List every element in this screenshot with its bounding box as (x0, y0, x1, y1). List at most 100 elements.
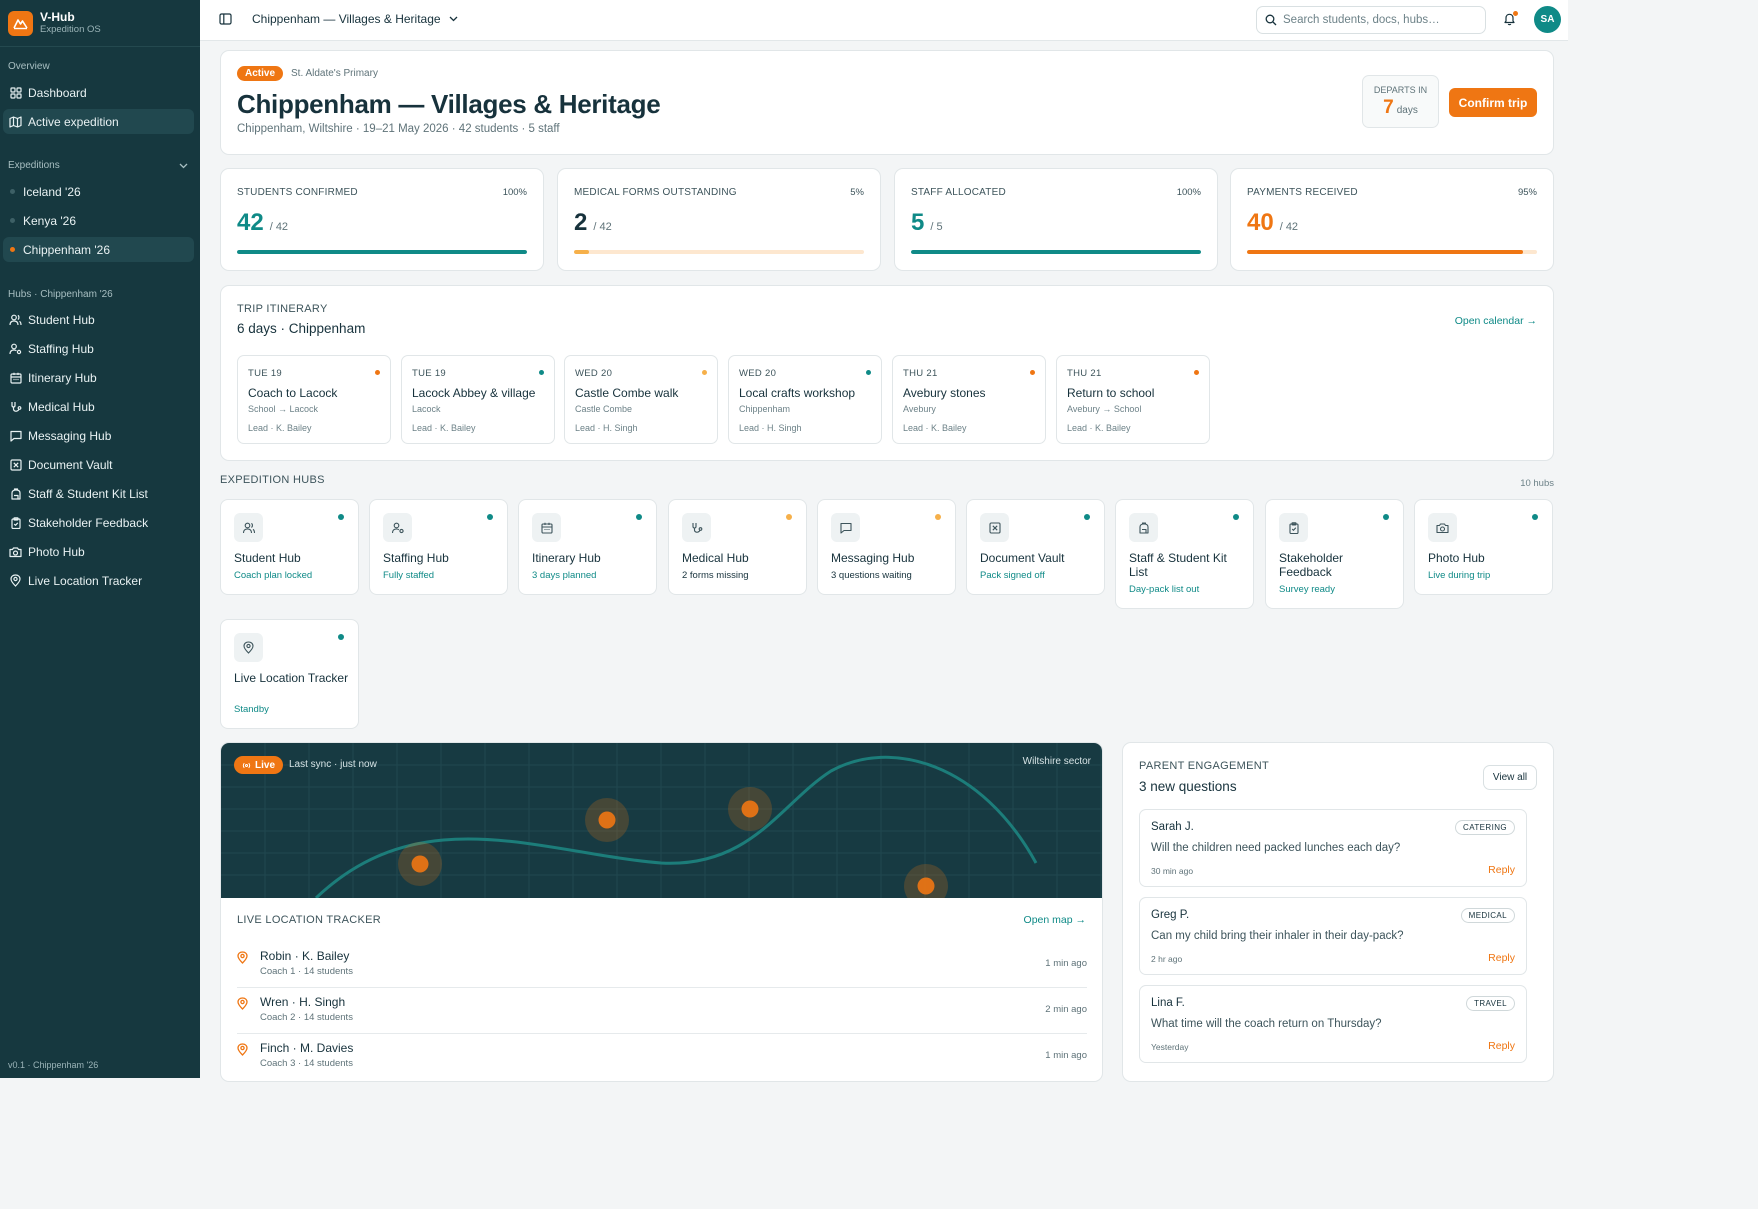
sidebar-item-staffing-hub[interactable]: Staffing Hub (3, 336, 194, 361)
day-location: Avebury → School (1067, 404, 1142, 414)
hub-name: Staffing Hub (383, 551, 449, 565)
confirm-trip-button[interactable]: Confirm trip (1449, 88, 1537, 117)
status-dot (702, 370, 707, 375)
last-sync: Last sync · just now (289, 759, 377, 770)
expeditions-heading[interactable]: Expeditions (8, 160, 188, 171)
open-calendar-link[interactable]: Open calendar → (1455, 315, 1537, 327)
message-icon (831, 513, 860, 542)
stat-value: 5 (911, 209, 925, 236)
stat-card-staff[interactable]: STAFF ALLOCATED 100% 5 / 5 (894, 168, 1218, 271)
group-detail: Coach 2 · 14 students (260, 1012, 353, 1023)
sidebar-item-dashboard[interactable]: Dashboard (3, 80, 194, 105)
hub-card-student[interactable]: Student Hub Coach plan locked (220, 499, 359, 595)
group-name: Robin · K. Bailey (260, 949, 350, 963)
departs-unit: days (1396, 105, 1418, 116)
sidebar-item-live-location[interactable]: Live Location Tracker (3, 568, 194, 593)
status-dot (1233, 514, 1239, 520)
question-card[interactable]: Lina F. TRAVEL What time will the coach … (1139, 985, 1527, 1063)
sidebar: V-Hub Expedition OS Overview Dashboard A… (0, 0, 200, 1078)
hub-card-messaging[interactable]: Messaging Hub 3 questions waiting (817, 499, 956, 595)
breadcrumb[interactable]: Chippenham — Villages & Heritage (252, 12, 458, 26)
status-dot (636, 514, 642, 520)
sidebar-item-medical-hub[interactable]: Medical Hub (3, 394, 194, 419)
itinerary-day-card[interactable]: WED 20 Local crafts workshop Chippenham … (728, 355, 882, 444)
reply-link[interactable]: Reply (1488, 952, 1515, 964)
search-box[interactable] (1256, 6, 1486, 34)
status-badge: Active (237, 66, 284, 81)
itinerary-day-card[interactable]: THU 21 Avebury stones Avebury Lead · K. … (892, 355, 1046, 444)
sidebar-item-chippenham[interactable]: Chippenham '26 (3, 237, 194, 262)
clipboard-check-icon (9, 516, 22, 529)
group-name: Finch · M. Davies (260, 1041, 354, 1055)
hub-card-kit-list[interactable]: Staff & Student Kit List Day-pack list o… (1115, 499, 1254, 609)
sidebar-toggle-icon[interactable] (219, 13, 232, 25)
status-dot (10, 189, 15, 194)
stethoscope-icon (682, 513, 711, 542)
stat-denominator: / 42 (269, 221, 289, 233)
sidebar-item-itinerary-hub[interactable]: Itinerary Hub (3, 365, 194, 390)
hub-card-medical[interactable]: Medical Hub 2 forms missing (668, 499, 807, 595)
hub-card-stakeholder-feedback[interactable]: Stakeholder Feedback Survey ready (1265, 499, 1404, 609)
sidebar-item-messaging-hub[interactable]: Messaging Hub (3, 423, 194, 448)
hub-card-live-location[interactable]: Live Location Tracker Standby (220, 619, 359, 729)
sidebar-item-label: Medical Hub (28, 399, 95, 414)
view-all-button[interactable]: View all (1483, 765, 1537, 790)
hub-name: Medical Hub (682, 551, 749, 565)
backpack-icon (9, 487, 22, 500)
location-pin-icon (237, 951, 248, 964)
day-title: Avebury stones (903, 386, 986, 400)
question-text: What time will the coach return on Thurs… (1151, 1018, 1382, 1030)
progress-fill (574, 250, 589, 254)
brand[interactable]: V-Hub Expedition OS (0, 0, 200, 47)
stat-card-students[interactable]: STUDENTS CONFIRMED 100% 42 / 42 (220, 168, 544, 271)
sidebar-item-document-vault[interactable]: Document Vault (3, 452, 194, 477)
itinerary-day-card[interactable]: TUE 19 Lacock Abbey & village Lacock Lea… (401, 355, 555, 444)
day-location: Avebury (903, 404, 936, 414)
sidebar-item-active-expedition[interactable]: Active expedition (3, 109, 194, 134)
hub-card-photo[interactable]: Photo Hub Live during trip (1414, 499, 1553, 595)
avatar[interactable]: SA (1534, 6, 1561, 33)
itinerary-day-card[interactable]: WED 20 Castle Combe walk Castle Combe Le… (564, 355, 718, 444)
search-input[interactable] (1283, 14, 1473, 26)
sidebar-item-kenya[interactable]: Kenya '26 (3, 208, 194, 233)
hub-name: Staff & Student Kit List (1129, 551, 1227, 579)
group-detail: Coach 1 · 14 students (260, 966, 353, 977)
sidebar-item-student-hub[interactable]: Student Hub (3, 307, 194, 332)
status-dot (1030, 370, 1035, 375)
sidebar-item-label: Document Vault (28, 457, 113, 472)
hub-name: Document Vault (980, 551, 1065, 565)
question-card[interactable]: Sarah J. CATERING Will the children need… (1139, 809, 1527, 887)
location-pin-icon (9, 574, 22, 587)
tracker-row[interactable]: Wren · H. Singh Coach 2 · 14 students 2 … (237, 988, 1087, 1034)
sidebar-item-stakeholder-feedback[interactable]: Stakeholder Feedback (3, 510, 194, 535)
open-map-link[interactable]: Open map → (1024, 914, 1086, 926)
itinerary-day-card[interactable]: TUE 19 Coach to Lacock School → Lacock L… (237, 355, 391, 444)
sidebar-item-photo-hub[interactable]: Photo Hub (3, 539, 194, 564)
sidebar-item-iceland[interactable]: Iceland '26 (3, 179, 194, 204)
breadcrumb-label: Chippenham — Villages & Heritage (252, 12, 441, 26)
status-dot (1194, 370, 1199, 375)
hub-card-itinerary[interactable]: Itinerary Hub 3 days planned (518, 499, 657, 595)
stat-card-payments[interactable]: PAYMENTS RECEIVED 95% 40 / 42 (1230, 168, 1554, 271)
hub-status: Pack signed off (980, 570, 1045, 581)
parent-name: Greg P. (1151, 909, 1190, 921)
day-title: Coach to Lacock (248, 386, 338, 400)
day-title: Castle Combe walk (575, 386, 679, 400)
sidebar-item-kit-list[interactable]: Staff & Student Kit List (3, 481, 194, 506)
hub-status: Standby (234, 704, 269, 715)
status-dot (1383, 514, 1389, 520)
tracker-row[interactable]: Finch · M. Davies Coach 3 · 14 students … (237, 1034, 1087, 1080)
tracker-row[interactable]: Robin · K. Bailey Coach 1 · 14 students … (237, 942, 1087, 988)
reply-link[interactable]: Reply (1488, 1040, 1515, 1052)
live-map[interactable]: Live Last sync · just now Wiltshire sect… (221, 743, 1102, 898)
status-dot (10, 218, 15, 223)
stat-card-medical[interactable]: MEDICAL FORMS OUTSTANDING 5% 2 / 42 (557, 168, 881, 271)
hub-card-staffing[interactable]: Staffing Hub Fully staffed (369, 499, 508, 595)
question-card[interactable]: Greg P. MEDICAL Can my child bring their… (1139, 897, 1527, 975)
reply-link[interactable]: Reply (1488, 864, 1515, 876)
stat-percent: 5% (850, 187, 864, 198)
live-label: Live (255, 759, 276, 771)
trip-subtitle: Chippenham, Wiltshire · 19–21 May 2026 ·… (237, 123, 560, 135)
hub-card-document-vault[interactable]: Document Vault Pack signed off (966, 499, 1105, 595)
itinerary-day-card[interactable]: THU 21 Return to school Avebury → School… (1056, 355, 1210, 444)
